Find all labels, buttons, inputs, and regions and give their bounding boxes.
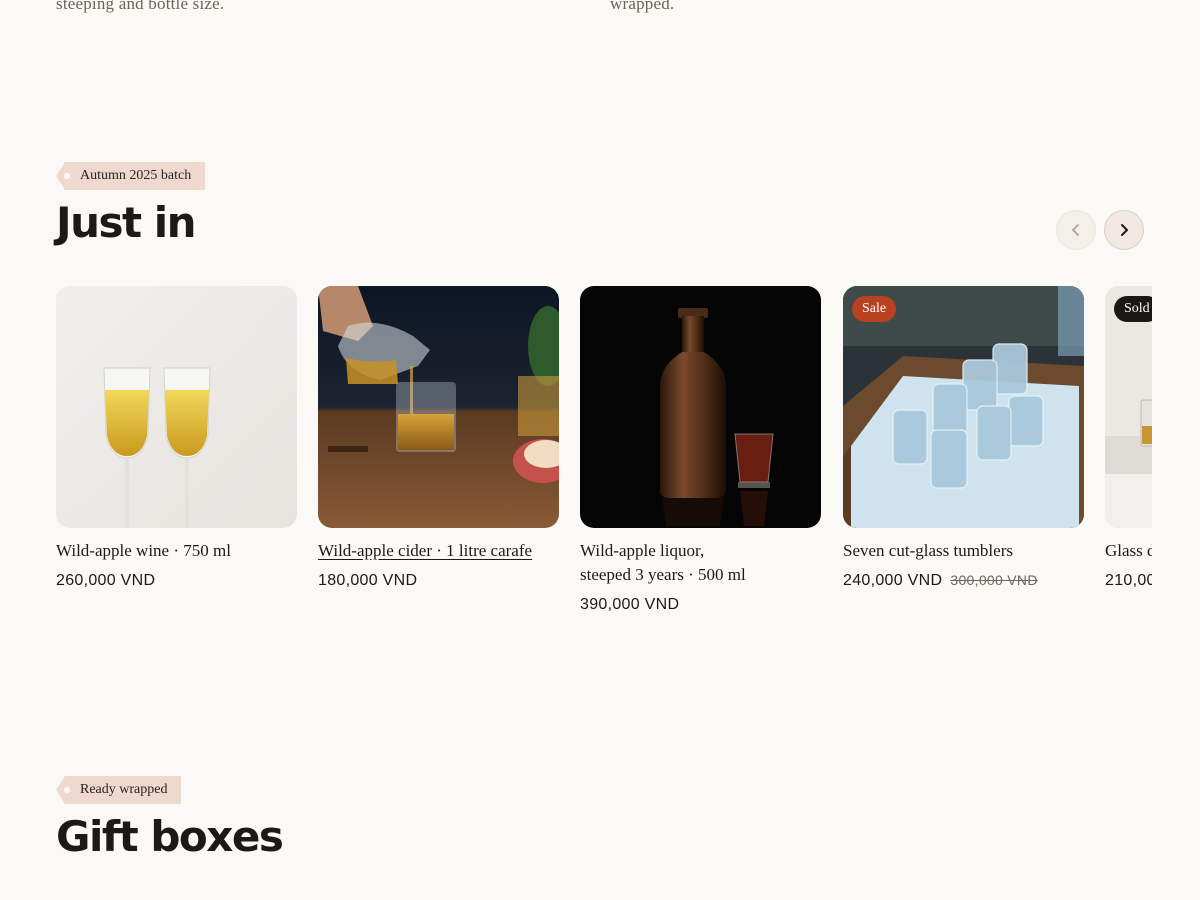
product-price: 180,000 VND: [318, 572, 418, 589]
product-title[interactable]: Wild-apple liquor,: [580, 539, 821, 563]
product-price: 210,00: [1105, 572, 1152, 589]
product-title[interactable]: Wild-apple cider · 1 litre carafe: [318, 539, 559, 563]
product-carousel[interactable]: Wild-apple wine · 750 ml 260,000 VND Wil…: [56, 286, 1152, 626]
wine-glasses-photo: [56, 286, 297, 528]
product-card-wine[interactable]: Wild-apple wine · 750 ml 260,000 VND: [56, 286, 297, 590]
product-title-line-2[interactable]: steeped 3 years · 500 ml: [580, 563, 821, 587]
tag-hole-icon: [64, 787, 70, 793]
current-price: 240,000 VND: [843, 572, 943, 589]
tumblers-tray-photo: [843, 286, 1084, 528]
carousel-prev-button[interactable]: [1056, 210, 1096, 250]
product-card-liquor[interactable]: Wild-apple liquor, steeped 3 years · 500…: [580, 286, 821, 614]
batch-tag-label: Autumn 2025 batch: [80, 168, 192, 183]
batch-tag: Autumn 2025 batch: [56, 162, 206, 190]
old-price: 300,000 VND: [950, 572, 1038, 588]
liquor-bottle-photo: [580, 286, 821, 528]
product-price: 260,000 VND: [56, 572, 156, 589]
intro-text-left: steeping and bottle size.: [56, 0, 225, 13]
tag-hole-icon: [64, 173, 70, 179]
section-title-gift-boxes: Gift boxes: [56, 812, 284, 861]
product-image-wine[interactable]: [56, 286, 297, 528]
sold-badge: Sold: [1114, 296, 1152, 322]
ready-wrapped-tag: Ready wrapped: [56, 776, 182, 804]
glass-photo: [1105, 286, 1152, 528]
product-card-tumblers[interactable]: Sale Seven cut-glass tumblers 240,000 VN…: [843, 286, 1084, 590]
page: steeping and bottle size. wrapped. Autum…: [0, 0, 1200, 900]
carousel-next-button[interactable]: [1104, 210, 1144, 250]
ready-wrapped-tag-label: Ready wrapped: [80, 782, 168, 797]
product-image-tumblers[interactable]: Sale: [843, 286, 1084, 528]
product-title[interactable]: Seven cut-glass tumblers: [843, 539, 1084, 563]
intro-text-right: wrapped.: [610, 0, 675, 13]
cider-pouring-photo: [318, 286, 559, 528]
chevron-left-icon: [1072, 224, 1079, 236]
product-title[interactable]: Wild-apple wine · 750 ml: [56, 539, 297, 563]
sale-badge: Sale: [852, 296, 897, 322]
product-title[interactable]: Glass d: [1105, 539, 1152, 563]
section-title-just-in: Just in: [56, 198, 197, 247]
product-card-glass[interactable]: Sold Glass d 210,00: [1105, 286, 1152, 590]
product-price: 240,000 VND 300,000 VND: [843, 572, 1084, 590]
product-image-glass[interactable]: Sold: [1105, 286, 1152, 528]
chevron-right-icon: [1121, 224, 1128, 236]
product-image-cider[interactable]: [318, 286, 559, 528]
product-card-cider[interactable]: Wild-apple cider · 1 litre carafe 180,00…: [318, 286, 559, 590]
product-price: 390,000 VND: [580, 596, 680, 613]
product-image-liquor[interactable]: [580, 286, 821, 528]
